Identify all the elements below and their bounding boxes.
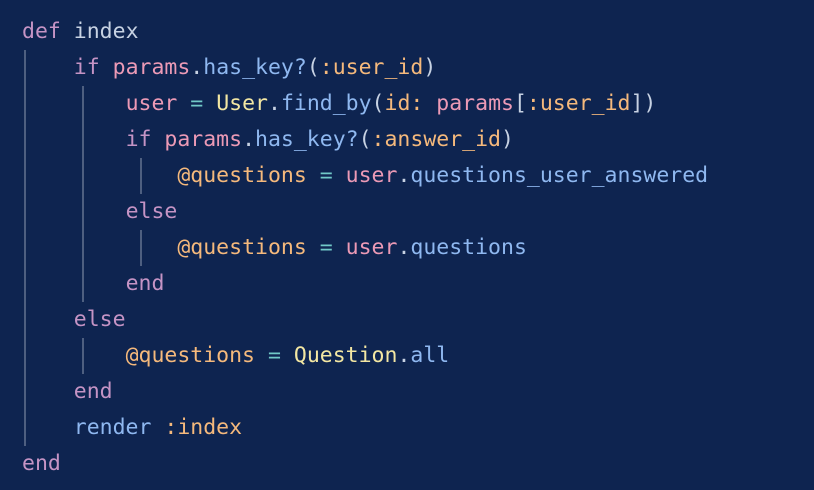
code-token: def [22, 19, 61, 44]
code-token: . [397, 235, 411, 260]
code-line: @questions = Question.all [22, 338, 450, 374]
code-line: @questions = user.questions_user_answere… [22, 158, 708, 194]
code-line: def index [22, 14, 139, 50]
code-token: user [345, 235, 398, 260]
code-token: all [410, 343, 450, 368]
code-token: ( [358, 127, 372, 152]
code-token: . [267, 91, 281, 116]
code-token: render [73, 415, 152, 440]
code-token: . [242, 127, 256, 152]
code-token: :index [164, 415, 243, 440]
code-token: user [345, 163, 398, 188]
code-token: ( [371, 91, 385, 116]
code-token: = [267, 343, 281, 368]
code-token: user [125, 91, 178, 116]
code-line: render :index [22, 410, 242, 446]
code-token: @questions [125, 343, 256, 368]
code-token: has_key? [203, 55, 307, 80]
code-line: @questions = user.questions [22, 230, 527, 266]
code-token: = [190, 91, 204, 116]
code-line: user = User.find_by(id: params[:user_id]… [22, 86, 657, 122]
code-token: has_key? [255, 127, 359, 152]
code-token: ( [306, 55, 320, 80]
code-token: find_by [280, 91, 372, 116]
code-token: :answer_id [371, 127, 501, 152]
code-token: else [73, 307, 126, 332]
code-token: end [125, 271, 165, 296]
code-line: else [22, 194, 178, 230]
code-line: end [22, 446, 61, 482]
code-token: id: [384, 91, 424, 116]
code-line: else [22, 302, 126, 338]
code-editor[interactable]: def index if params.has_key?(:user_id) u… [0, 0, 814, 490]
code-line: if params.has_key?(:user_id) [22, 50, 437, 86]
code-token: ) [501, 127, 514, 152]
code-token: questions_user_answered [410, 163, 709, 188]
code-token: @questions [177, 235, 307, 260]
code-token: :user_id [319, 55, 424, 80]
code-token: . [397, 163, 411, 188]
code-token: else [125, 199, 178, 224]
code-token: params [436, 91, 514, 116]
code-token: :user_id [526, 91, 631, 116]
code-token: params [112, 55, 191, 80]
code-token: end [73, 379, 113, 404]
code-line: end [22, 374, 113, 410]
code-token: index [60, 19, 139, 44]
code-token: questions [410, 235, 527, 260]
code-token: = [319, 235, 333, 260]
code-line: end [22, 266, 165, 302]
code-token: @questions [177, 163, 307, 188]
code-token: if [125, 127, 152, 152]
code-token: Question [293, 343, 398, 368]
code-token: end [22, 451, 61, 476]
code-line: if params.has_key?(:answer_id) [22, 122, 514, 158]
code-token: User [216, 91, 268, 116]
code-token: params [164, 127, 243, 152]
code-token: ) [423, 55, 437, 80]
code-token: if [73, 55, 100, 80]
code-token: . [397, 343, 411, 368]
code-token: ]) [630, 91, 657, 116]
code-token: . [190, 55, 204, 80]
code-token: = [319, 163, 333, 188]
code-token: [ [513, 91, 527, 116]
